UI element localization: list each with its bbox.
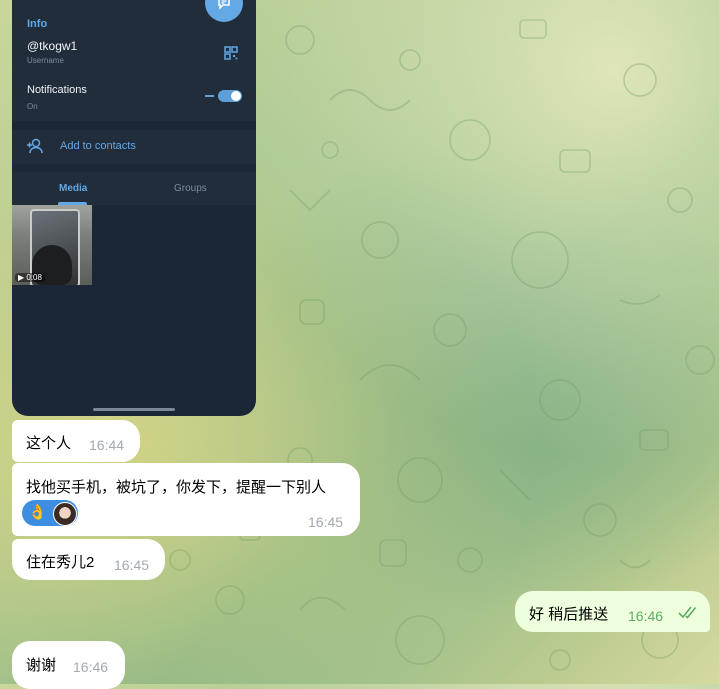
read-checkmarks-icon [678,606,697,619]
add-user-icon [27,138,43,154]
add-to-contacts-label[interactable]: Add to contacts [60,140,136,152]
message-text: 好 稍后推送 [529,606,609,623]
message-text: 谢谢 [26,657,57,674]
info-title: Info [27,18,48,30]
home-indicator [93,408,175,411]
message-time: 16:46 [73,659,109,675]
message-time: 16:45 [114,557,150,573]
video-duration: ▶ 0:08 [15,273,45,282]
username-value: @tkogw1 [27,39,78,53]
message-text: 这个人 [26,435,72,452]
tab-media[interactable]: Media [59,183,87,194]
reactions[interactable]: 👌 [22,500,78,526]
toggle-bar [205,95,214,97]
message-bubble[interactable]: 谢谢 16:46 [12,641,125,689]
username-label: Username [27,56,64,65]
profile-screenshot[interactable]: Info @tkogw1 Username Notifications On A… [12,0,256,416]
message-icon [218,0,230,10]
message-time: 16:44 [89,437,125,453]
ok-hand-icon: 👌 [28,504,47,521]
media-thumbnail[interactable]: ▶ 0:08 [12,205,92,285]
message-bubble-outgoing[interactable]: 好 稍后推送 16:46 [515,591,710,632]
media-tabs: Media Groups [12,172,256,205]
message-bubble[interactable]: 这个人 16:44 [12,420,140,462]
qr-code-icon [224,46,238,60]
message-text: 住在秀儿2 [26,554,95,571]
notifications-state: On [27,102,38,111]
message-text: 找他买手机，被坑了，你发下，提醒一下别人 [26,479,327,496]
notifications-toggle[interactable] [218,90,242,102]
tab-groups[interactable]: Groups [174,183,207,194]
avatar [53,502,77,526]
message-bubble[interactable]: 住在秀儿2 16:45 [12,539,165,580]
message-bubble[interactable]: 找他买手机，被坑了，你发下，提醒一下别人 👌 16:45 [12,463,360,536]
message-time: 16:46 [628,608,664,624]
message-time: 16:45 [308,514,344,530]
notifications-label: Notifications [27,84,87,96]
